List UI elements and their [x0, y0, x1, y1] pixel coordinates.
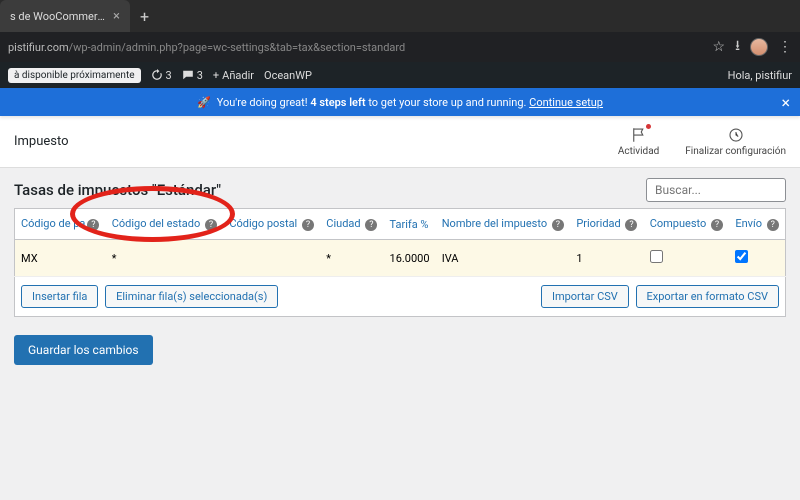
delete-rows-button[interactable]: Eliminar fila(s) seleccionada(s): [105, 285, 278, 308]
greeting-link[interactable]: Hola, pistifiur: [728, 69, 792, 82]
setup-text-b: 4 steps left: [310, 96, 365, 109]
cell-country[interactable]: MX: [15, 240, 106, 277]
updates-count: 3: [166, 69, 172, 82]
insert-row-button[interactable]: Insertar fila: [21, 285, 98, 308]
col-city[interactable]: Ciudad ?: [320, 209, 383, 240]
compound-checkbox[interactable]: [650, 250, 663, 263]
comment-icon: [182, 69, 194, 81]
browser-tab-strip: s de WooCommerce ‹ × +: [0, 0, 800, 32]
continue-setup-link[interactable]: Continue setup: [529, 96, 603, 109]
profile-avatar-icon[interactable]: [750, 38, 768, 56]
cell-rate[interactable]: 16.0000: [384, 240, 436, 277]
setup-text-a: You're doing great!: [217, 96, 308, 109]
search-input[interactable]: [646, 178, 786, 202]
new-tab-button[interactable]: +: [130, 7, 159, 26]
col-country[interactable]: Código de pa?: [15, 209, 106, 240]
activity-button[interactable]: Actividad: [618, 126, 659, 157]
browser-tab[interactable]: s de WooCommerce ‹ ×: [0, 0, 130, 32]
setup-text-c: to get your store up and running.: [368, 96, 526, 109]
cell-priority[interactable]: 1: [570, 240, 643, 277]
help-icon[interactable]: ?: [302, 219, 314, 231]
help-icon[interactable]: ?: [552, 219, 564, 231]
shipping-checkbox[interactable]: [735, 250, 748, 263]
setup-banner: 🚀 You're doing great! 4 steps left to ge…: [0, 88, 800, 116]
tax-rates-table: Código de pa? Código del estado ? Código…: [14, 208, 786, 317]
help-icon[interactable]: ?: [625, 219, 637, 231]
help-icon[interactable]: ?: [87, 219, 99, 231]
close-icon[interactable]: ×: [113, 9, 120, 24]
wp-admin-bar: à disponible próximamente 3 3 + Añadir O…: [0, 62, 800, 88]
close-banner-button[interactable]: ×: [781, 93, 790, 112]
col-state[interactable]: Código del estado ?: [106, 209, 224, 240]
finalize-button[interactable]: Finalizar configuración: [685, 126, 786, 157]
help-icon[interactable]: ?: [711, 219, 723, 231]
cell-name[interactable]: IVA: [436, 240, 571, 277]
help-icon[interactable]: ?: [365, 219, 377, 231]
download-icon[interactable]: ⭳: [735, 35, 740, 59]
greeting-text: Hola, pistifiur: [728, 69, 792, 82]
col-compound[interactable]: Compuesto ?: [644, 209, 730, 240]
updates-link[interactable]: 3: [151, 69, 172, 82]
import-csv-button[interactable]: Importar CSV: [541, 285, 629, 308]
export-csv-button[interactable]: Exportar en formato CSV: [636, 285, 779, 308]
url-path: /wp-admin/admin.php?page=wc-settings&tab…: [69, 41, 406, 54]
menu-icon[interactable]: ⋮: [778, 39, 792, 55]
help-icon[interactable]: ?: [205, 219, 217, 231]
col-postal[interactable]: Código postal ?: [223, 209, 320, 240]
save-changes-button[interactable]: Guardar los cambios: [14, 335, 153, 365]
add-label: Añadir: [222, 69, 254, 82]
url-host: pistifiur.com: [8, 41, 69, 54]
finalize-label: Finalizar configuración: [685, 146, 786, 157]
add-new-link[interactable]: + Añadir: [213, 69, 254, 82]
help-icon[interactable]: ?: [767, 219, 779, 231]
page-title: Impuesto: [14, 134, 69, 149]
clock-icon: [727, 126, 745, 144]
section-title: Tasas de impuestos "Estándar": [14, 181, 221, 199]
col-rate[interactable]: Tarifa %: [384, 209, 436, 240]
col-name[interactable]: Nombre del impuesto ?: [436, 209, 571, 240]
refresh-icon: [151, 69, 163, 81]
bookmark-icon[interactable]: ☆: [713, 39, 726, 55]
coming-soon-badge[interactable]: à disponible próximamente: [8, 68, 141, 83]
plus-icon: +: [213, 69, 219, 82]
cell-city[interactable]: *: [320, 240, 383, 277]
table-row[interactable]: MX * * 16.0000 IVA 1: [15, 240, 786, 277]
browser-tab-title: s de WooCommerce ‹: [10, 10, 107, 23]
col-shipping[interactable]: Envío ?: [729, 209, 785, 240]
cell-compound: [644, 240, 730, 277]
cell-postal[interactable]: [223, 240, 320, 277]
comments-link[interactable]: 3: [182, 69, 203, 82]
cell-state[interactable]: *: [106, 240, 224, 277]
theme-link[interactable]: OceanWP: [264, 69, 312, 82]
address-bar: pistifiur.com/wp-admin/admin.php?page=wc…: [0, 32, 800, 62]
url-field[interactable]: pistifiur.com/wp-admin/admin.php?page=wc…: [8, 41, 705, 54]
cell-shipping: [729, 240, 785, 277]
activity-label: Actividad: [618, 146, 659, 157]
flag-icon: [630, 126, 648, 144]
rocket-icon: 🚀: [197, 96, 211, 109]
comments-count: 3: [197, 69, 203, 82]
page-header: Impuesto Actividad Finalizar configuraci…: [0, 116, 800, 168]
col-priority[interactable]: Prioridad ?: [570, 209, 643, 240]
